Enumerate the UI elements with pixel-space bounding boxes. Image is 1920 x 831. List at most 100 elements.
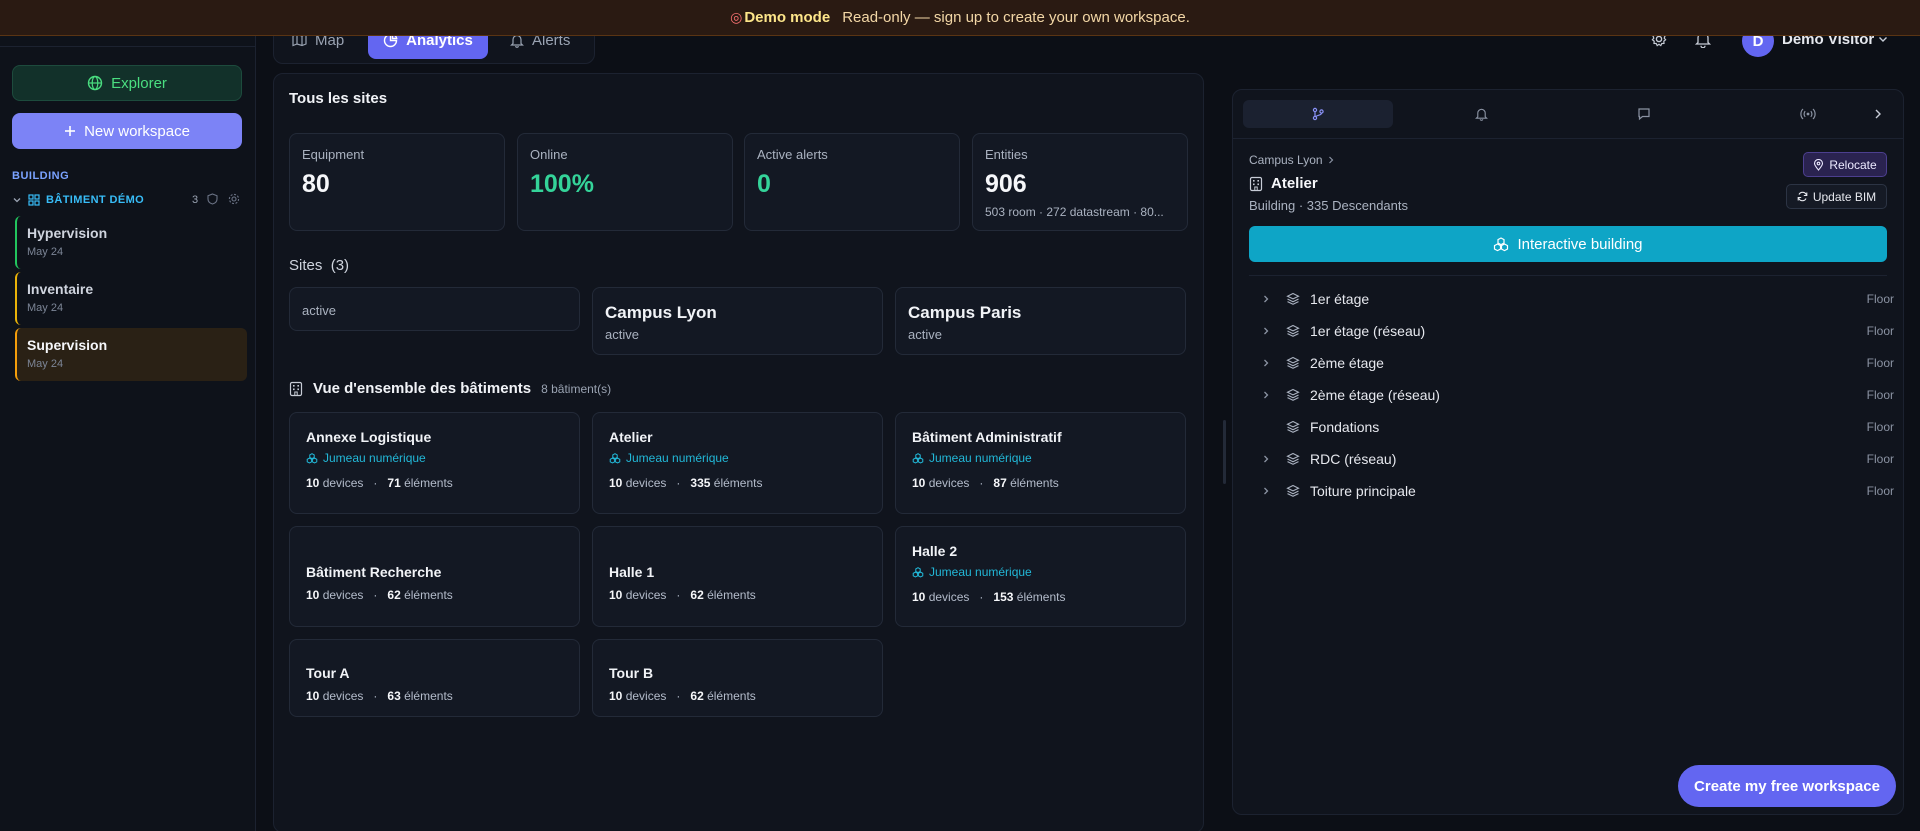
page-title: Tous les sites	[289, 90, 388, 107]
layers-icon	[1286, 356, 1300, 370]
chevron-right-icon	[1327, 155, 1335, 165]
building-name: Atelier	[609, 429, 653, 445]
devices-count: 10	[306, 689, 320, 703]
site-status: active	[605, 327, 639, 342]
separator-dot: ·	[979, 476, 984, 490]
breadcrumb[interactable]: Campus Lyon	[1249, 153, 1335, 167]
separator-dot: ·	[373, 588, 378, 602]
explorer-button[interactable]: Explorer	[12, 65, 242, 101]
collapse-panel-button[interactable]	[1868, 100, 1888, 128]
workspace-name: BÂTIMENT DÉMO	[46, 194, 145, 206]
elements-word: éléments	[404, 588, 453, 602]
building-stats: 10 devices · 62 éléments	[609, 689, 882, 703]
resize-handle[interactable]	[1223, 420, 1226, 484]
digital-twin-link[interactable]: Jumeau numérique	[609, 451, 882, 465]
site-card-campus-paris[interactable]: Campus Paris active	[895, 287, 1186, 355]
interactive-building-button[interactable]: Interactive building	[1249, 226, 1887, 262]
globe-icon	[87, 75, 103, 91]
chevron-right-icon[interactable]	[1262, 358, 1274, 368]
digital-twin-link[interactable]: Jumeau numérique	[306, 451, 579, 465]
chevron-right-icon[interactable]	[1262, 326, 1274, 336]
tree-item-name: RDC (réseau)	[1310, 451, 1397, 467]
building-card[interactable]: Atelier Jumeau numérique 10 devices · 335 él…	[592, 412, 883, 514]
stat-value: 80	[302, 170, 330, 198]
elements-word: éléments	[1010, 476, 1059, 490]
create-free-workspace-button[interactable]: Create my free workspace	[1678, 765, 1896, 807]
view-item-hypervision[interactable]: Hypervision May 24	[15, 216, 247, 269]
chevron-right-icon[interactable]	[1262, 390, 1274, 400]
site-card[interactable]: active	[289, 287, 580, 331]
elements-word: éléments	[713, 476, 763, 490]
sites-count: (3)	[330, 257, 350, 274]
sidebar-section-label: BUILDING	[12, 170, 70, 182]
detail-tabs	[1243, 100, 1883, 128]
view-item-supervision[interactable]: Supervision May 24	[15, 328, 247, 381]
elements-count: 71	[387, 476, 401, 490]
chevron-down-icon[interactable]	[12, 195, 22, 205]
tree-item[interactable]: Toiture principale Floor	[1260, 480, 1896, 502]
devices-word: devices	[625, 588, 667, 602]
devices-word: devices	[928, 590, 970, 604]
view-item-inventaire[interactable]: Inventaire May 24	[15, 272, 247, 325]
stat-sub: 503 room · 272 datastream · 80...	[985, 205, 1164, 219]
new-workspace-label: New workspace	[84, 122, 190, 140]
shield-icon[interactable]	[207, 193, 218, 205]
separator-dot: ·	[373, 476, 378, 490]
building-icon	[289, 381, 303, 397]
elements-word: éléments	[404, 689, 453, 703]
site-status: active	[302, 303, 336, 318]
update-bim-button[interactable]: Update BIM	[1786, 184, 1887, 209]
target-icon: ◎	[730, 9, 743, 25]
site-card-campus-lyon[interactable]: Campus Lyon active	[592, 287, 883, 355]
view-date: May 24	[27, 358, 64, 370]
buildings-overview-title: Vue d'ensemble des bâtiments	[313, 380, 532, 397]
signal-icon	[1800, 107, 1816, 121]
elements-count: 63	[387, 689, 401, 703]
detail-divider	[1249, 275, 1887, 276]
devices-word: devices	[928, 476, 970, 490]
layers-icon	[1286, 292, 1300, 306]
workspace-row[interactable]: BÂTIMENT DÉMO 3	[12, 191, 244, 209]
tree-item[interactable]: 1er étage Floor	[1260, 288, 1896, 310]
tab-alerts-detail[interactable]	[1406, 100, 1556, 128]
digital-twin-link[interactable]: Jumeau numérique	[912, 451, 1185, 465]
building-card[interactable]: Tour A 10 devices · 63 éléments	[289, 639, 580, 717]
site-name: Campus Lyon	[605, 303, 717, 322]
tree-item[interactable]: 2ème étage Floor	[1260, 352, 1896, 374]
building-card[interactable]: Tour B 10 devices · 62 éléments	[592, 639, 883, 717]
building-name: Annexe Logistique	[306, 429, 432, 445]
chevron-right-icon[interactable]	[1262, 294, 1274, 304]
tree-item[interactable]: Fondations Floor	[1260, 416, 1896, 438]
layers-icon	[1286, 324, 1300, 338]
tree-item-type: Floor	[1866, 324, 1894, 338]
tree-item-type: Floor	[1866, 292, 1894, 306]
chevron-right-icon[interactable]	[1262, 486, 1274, 496]
building-card[interactable]: Halle 2 Jumeau numérique 10 devices · 153 él…	[895, 526, 1186, 627]
tree-item-type: Floor	[1866, 356, 1894, 370]
tree-item[interactable]: 2ème étage (réseau) Floor	[1260, 384, 1896, 406]
breadcrumb-item[interactable]: Campus Lyon	[1249, 153, 1323, 167]
building-card[interactable]: Bâtiment Administratif Jumeau numérique 10…	[895, 412, 1186, 514]
tree-item[interactable]: 1er étage (réseau) Floor	[1260, 320, 1896, 342]
tab-comments[interactable]	[1569, 100, 1719, 128]
detail-subtitle: Building · 335 Descendants	[1249, 198, 1408, 213]
elements-count: 153	[993, 590, 1014, 604]
update-bim-label: Update BIM	[1812, 189, 1877, 204]
building-name: Halle 1	[609, 564, 655, 580]
tab-sensors[interactable]	[1733, 100, 1883, 128]
separator-dot: ·	[676, 588, 681, 602]
tab-hierarchy[interactable]	[1243, 100, 1393, 128]
chevron-right-icon[interactable]	[1262, 454, 1274, 464]
new-workspace-button[interactable]: New workspace	[12, 113, 242, 149]
building-card[interactable]: Annexe Logistique Jumeau numérique 10 devi…	[289, 412, 580, 514]
digital-twin-link[interactable]: Jumeau numérique	[912, 565, 1185, 579]
elements-count: 62	[690, 588, 704, 602]
building-card[interactable]: Bâtiment Recherche 10 devices · 62 éléments	[289, 526, 580, 627]
gear-icon[interactable]	[228, 193, 240, 205]
tree-item[interactable]: RDC (réseau) Floor	[1260, 448, 1896, 470]
building-card[interactable]: Halle 1 10 devices · 62 éléments	[592, 526, 883, 627]
detail-title-text: Atelier	[1271, 175, 1318, 192]
grid-icon	[28, 194, 40, 206]
stat-value: 906	[985, 170, 1027, 198]
relocate-button[interactable]: Relocate	[1803, 152, 1887, 177]
